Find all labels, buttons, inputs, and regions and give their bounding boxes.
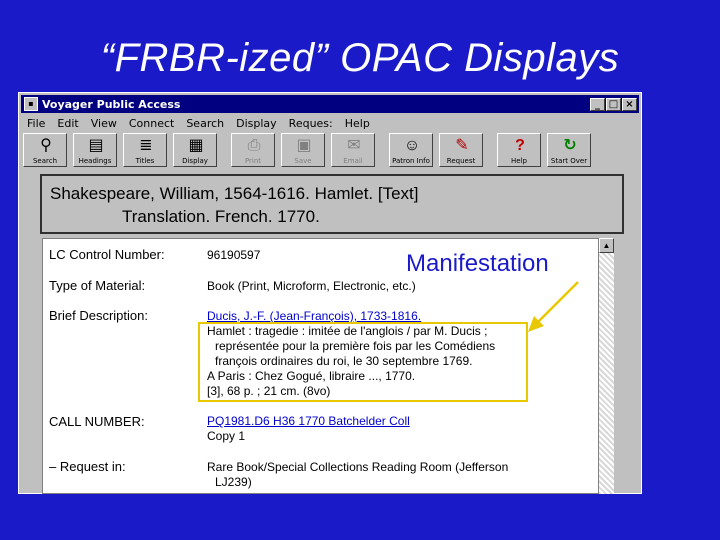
help-button[interactable]: ? Help xyxy=(497,133,541,167)
titles-icon: ≣ xyxy=(139,137,153,154)
call-number-label: CALL NUMBER: xyxy=(49,414,145,429)
patron-icon: ☺ xyxy=(403,137,421,154)
call-number-link[interactable]: PQ1981.D6 H36 1770 Batchelder Coll xyxy=(207,414,410,429)
record-heading-line1: Shakespeare, William, 1564-1616. Hamlet.… xyxy=(50,184,419,203)
window-title: Voyager Public Access xyxy=(42,97,181,111)
record-heading-line2: Translation. French. 1770. xyxy=(122,207,320,226)
request-icon: ✎ xyxy=(455,137,469,154)
manifestation-label: Manifestation xyxy=(404,250,551,278)
display-icon: ▦ xyxy=(188,137,204,154)
email-button[interactable]: ✉ Email xyxy=(331,133,375,167)
menu-display[interactable]: Display xyxy=(230,117,283,130)
patron-info-button[interactable]: ☺ Patron Info xyxy=(389,133,433,167)
type-of-material-label: Type of Material: xyxy=(49,278,146,293)
headings-button[interactable]: ▤ Headings xyxy=(73,133,117,167)
menu-search[interactable]: Search xyxy=(180,117,230,130)
printer-icon: ⎙ xyxy=(247,137,261,154)
request-button[interactable]: ✎ Request xyxy=(439,133,483,167)
copy-number: Copy 1 xyxy=(207,429,246,443)
lc-control-value: 96190597 xyxy=(207,248,261,262)
binoculars-icon: ⚲ xyxy=(40,137,52,154)
menu-edit[interactable]: Edit xyxy=(51,117,84,130)
menu-requests[interactable]: Reques: xyxy=(283,117,339,130)
minimize-button[interactable]: _ xyxy=(590,97,605,111)
request-location-line: Rare Book/Special Collections Reading Ro… xyxy=(207,460,509,474)
scroll-up-icon[interactable]: ▲ xyxy=(599,238,614,253)
save-button[interactable]: ▣ Save xyxy=(281,133,325,167)
menu-view[interactable]: View xyxy=(85,117,123,130)
vertical-scrollbar[interactable]: ▲ xyxy=(598,238,614,494)
titles-button[interactable]: ≣ Titles xyxy=(123,133,167,167)
email-icon: ✉ xyxy=(347,137,361,154)
call-number: PQ1981.D6 H36 1770 Batchelder Coll Copy … xyxy=(207,414,410,444)
display-button[interactable]: ▦ Display xyxy=(173,133,217,167)
menu-connect[interactable]: Connect xyxy=(123,117,180,130)
slide-title: “FRBR-ized” OPAC Displays xyxy=(100,36,620,80)
menu-bar: File Edit View Connect Search Display Re… xyxy=(21,114,639,132)
headings-icon: ▤ xyxy=(88,137,104,154)
floppy-icon: ▣ xyxy=(296,137,312,154)
request-location: Rare Book/Special Collections Reading Ro… xyxy=(207,460,508,490)
request-in-label: – Request in: xyxy=(49,459,126,474)
start-over-button[interactable]: ↻ Start Over xyxy=(547,133,591,167)
start-over-icon: ↻ xyxy=(563,137,577,154)
menu-file[interactable]: File xyxy=(21,117,51,130)
brief-description-label: Brief Description: xyxy=(49,308,148,323)
print-button[interactable]: ⎙ Print xyxy=(231,133,275,167)
menu-help[interactable]: Help xyxy=(339,117,376,130)
maximize-button[interactable]: □ xyxy=(606,97,621,111)
toolbar: ⚲ Search ▤ Headings ≣ Titles ▦ Display ⎙… xyxy=(21,133,639,169)
app-icon: ▪ xyxy=(24,97,38,111)
help-icon: ? xyxy=(515,137,525,154)
close-button[interactable]: × xyxy=(622,97,637,111)
request-location-line: LJ239) xyxy=(215,475,252,489)
lc-control-label: LC Control Number: xyxy=(49,247,165,262)
record-heading-box: Shakespeare, William, 1564-1616. Hamlet.… xyxy=(40,174,624,234)
search-button[interactable]: ⚲ Search xyxy=(23,133,67,167)
manifestation-highlight xyxy=(198,322,528,402)
window-titlebar[interactable]: ▪ Voyager Public Access _ □ × xyxy=(21,95,639,113)
type-of-material-value: Book (Print, Microform, Electronic, etc.… xyxy=(207,279,416,293)
